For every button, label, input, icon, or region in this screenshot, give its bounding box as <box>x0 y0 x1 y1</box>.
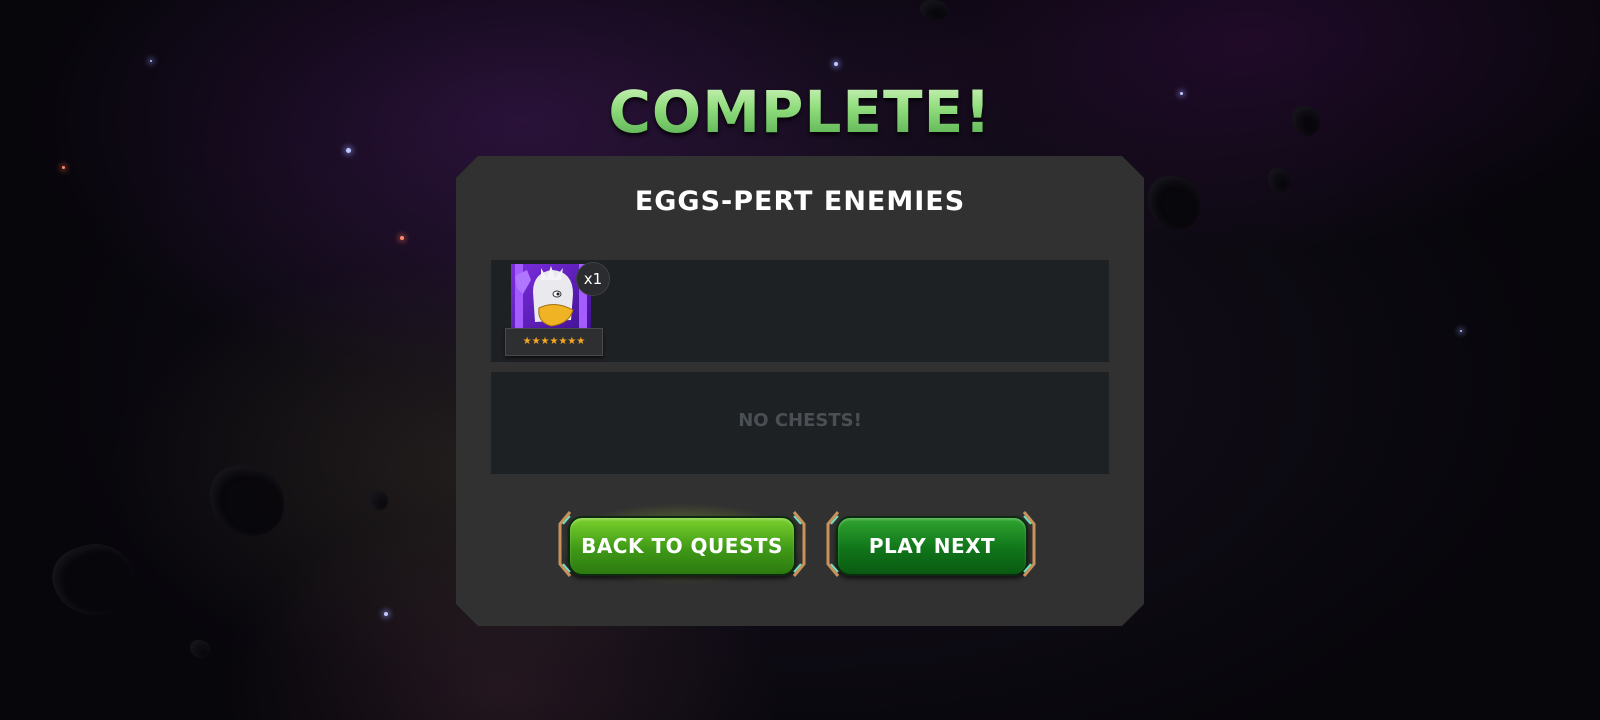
back-to-quests-label: BACK TO QUESTS <box>568 516 796 576</box>
space-background: COMPLETE! EGGS-PERT ENEMIES x1 ★★★★★★★ N… <box>0 0 1600 720</box>
bracket-left-icon <box>826 511 840 577</box>
quest-name: EGGS-PERT ENEMIES <box>634 186 966 217</box>
star-decoration <box>834 62 838 66</box>
asteroid-decoration <box>920 0 948 20</box>
star-decoration <box>346 148 351 153</box>
bracket-right-icon <box>792 511 806 577</box>
star-rating: ★★★★★★★ <box>505 328 603 356</box>
bracket-right-icon <box>1022 511 1036 577</box>
chests-box: NO CHESTS! <box>491 372 1109 474</box>
completion-title: COMPLETE! <box>0 78 1600 146</box>
asteroid-decoration <box>1148 176 1200 230</box>
asteroid-decoration <box>190 640 210 658</box>
reward-box: x1 ★★★★★★★ <box>491 260 1109 362</box>
asteroid-decoration <box>44 532 144 628</box>
asteroid-decoration <box>210 466 284 536</box>
star-decoration <box>384 612 388 616</box>
no-chests-label: NO CHESTS! <box>738 410 862 431</box>
play-next-label: PLAY NEXT <box>836 516 1028 576</box>
reward-count-badge: x1 <box>576 262 610 296</box>
star-decoration <box>400 236 404 240</box>
asteroid-decoration <box>370 490 388 510</box>
back-to-quests-button[interactable]: BACK TO QUESTS <box>548 500 816 588</box>
star-decoration <box>150 60 152 62</box>
play-next-button[interactable]: PLAY NEXT <box>826 510 1036 578</box>
star-decoration <box>62 166 65 169</box>
star-decoration <box>1460 330 1462 332</box>
asteroid-decoration <box>1268 168 1290 192</box>
bracket-left-icon <box>558 511 572 577</box>
